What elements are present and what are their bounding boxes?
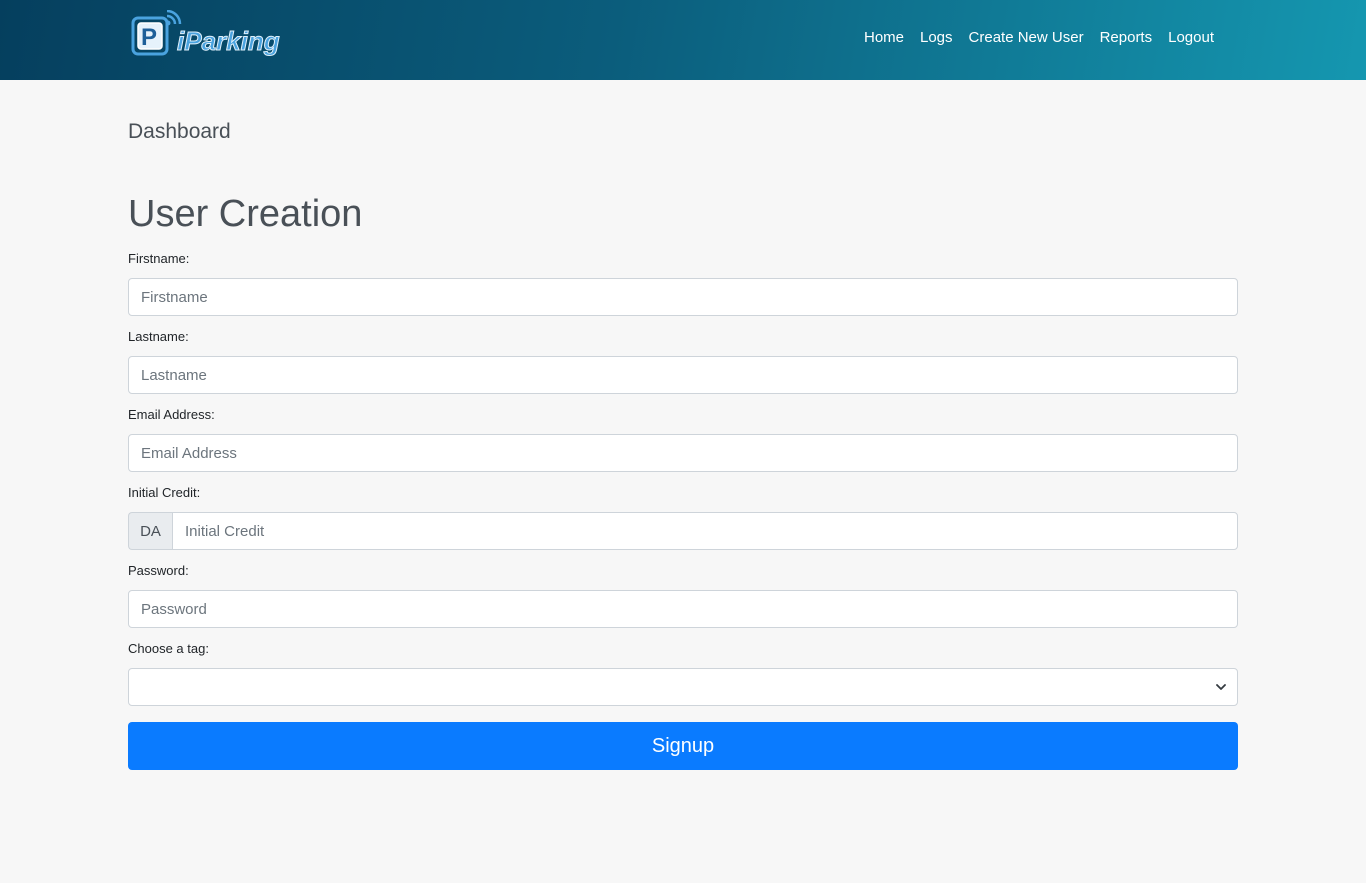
credit-group: Initial Credit: DA bbox=[128, 484, 1238, 550]
top-navbar: P iParking Home Logs Create New User Rep… bbox=[0, 0, 1366, 80]
password-input[interactable] bbox=[128, 590, 1238, 628]
tag-select-wrapper bbox=[128, 668, 1238, 706]
tag-select[interactable] bbox=[128, 668, 1238, 706]
password-group: Password: bbox=[128, 562, 1238, 628]
firstname-label: Firstname: bbox=[128, 251, 190, 266]
currency-prefix: DA bbox=[128, 512, 172, 550]
parking-logo-icon: P iParking bbox=[131, 10, 280, 57]
firstname-input[interactable] bbox=[128, 278, 1238, 316]
password-label: Password: bbox=[128, 563, 189, 578]
brand-name: iParking bbox=[177, 26, 280, 56]
svg-text:P: P bbox=[141, 24, 157, 51]
page-title: User Creation bbox=[128, 193, 363, 235]
nav-logout-link[interactable]: Logout bbox=[1168, 28, 1214, 48]
tag-label: Choose a tag: bbox=[128, 641, 209, 656]
credit-label: Initial Credit: bbox=[128, 485, 201, 500]
brand-logo[interactable]: P iParking bbox=[131, 10, 297, 58]
nav-home-link[interactable]: Home bbox=[864, 28, 904, 48]
email-label: Email Address: bbox=[128, 407, 215, 422]
email-group: Email Address: bbox=[128, 406, 1238, 472]
email-input[interactable] bbox=[128, 434, 1238, 472]
main-nav: Home Logs Create New User Reports Logout bbox=[864, 28, 1214, 48]
nav-create-user-link[interactable]: Create New User bbox=[969, 28, 1084, 48]
signup-button[interactable]: Signup bbox=[128, 722, 1238, 770]
nav-reports-link[interactable]: Reports bbox=[1100, 28, 1153, 48]
breadcrumb: Dashboard bbox=[128, 120, 231, 143]
lastname-input[interactable] bbox=[128, 356, 1238, 394]
user-creation-form: Firstname: Lastname: Email Address: Init… bbox=[128, 250, 1238, 770]
credit-input-group: DA bbox=[128, 512, 1238, 550]
tag-group: Choose a tag: bbox=[128, 640, 1238, 706]
firstname-group: Firstname: bbox=[128, 250, 1238, 316]
nav-logs-link[interactable]: Logs bbox=[920, 28, 953, 48]
lastname-label: Lastname: bbox=[128, 329, 189, 344]
lastname-group: Lastname: bbox=[128, 328, 1238, 394]
credit-input[interactable] bbox=[172, 512, 1238, 550]
main-content: Dashboard User Creation Firstname: Lastn… bbox=[128, 80, 1238, 770]
